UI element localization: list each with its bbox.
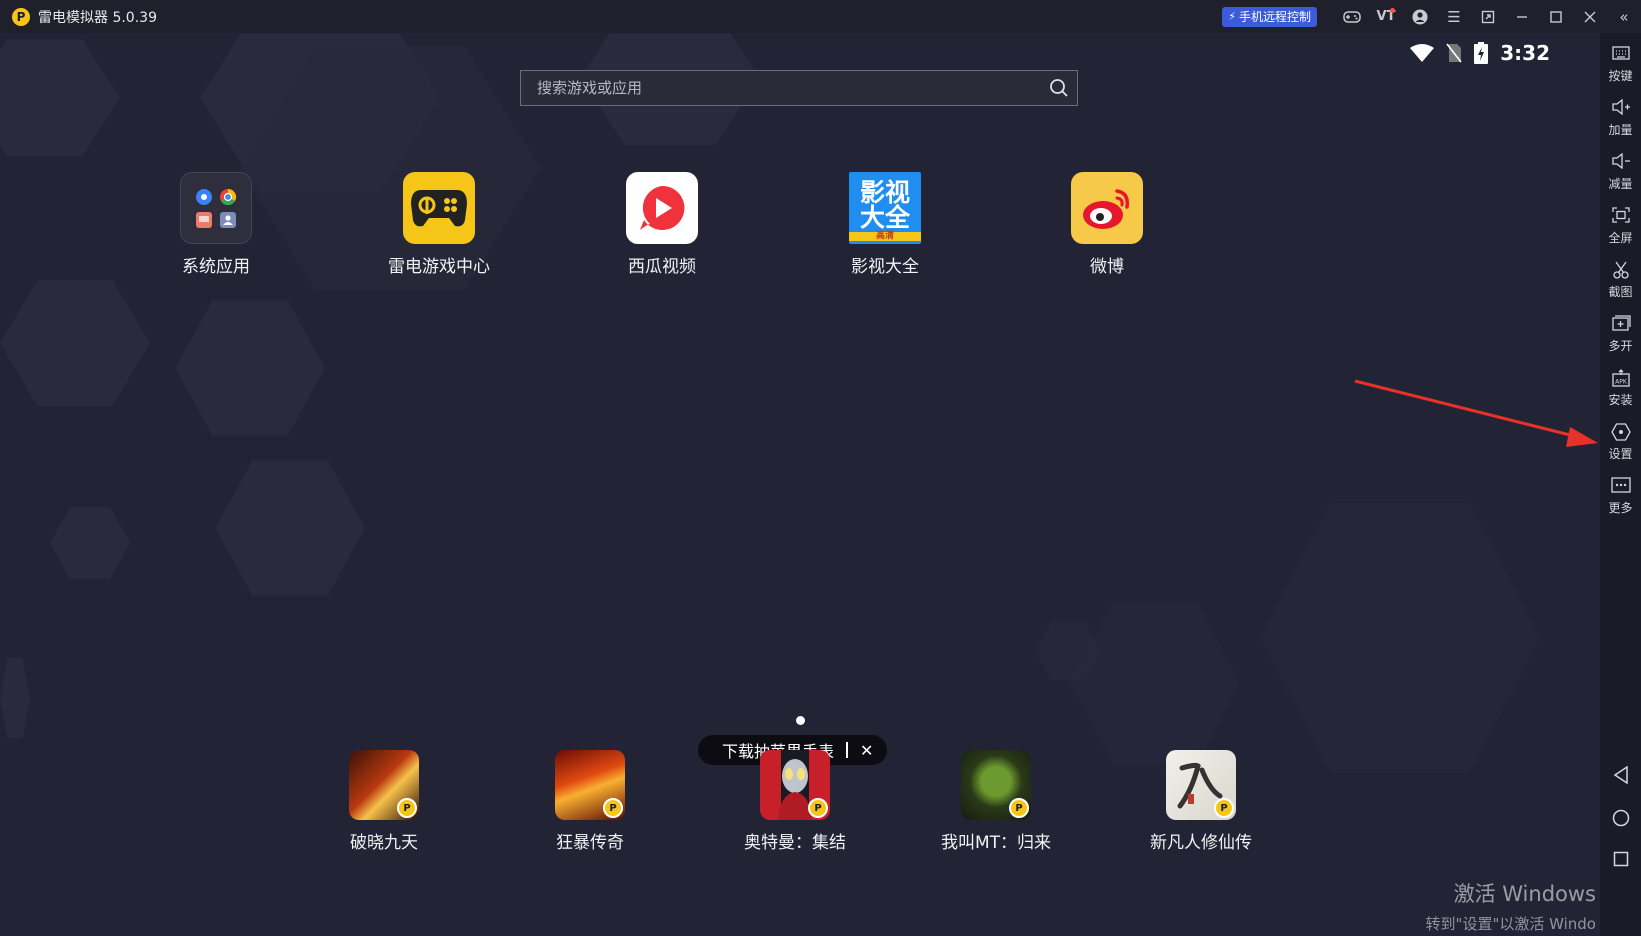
title-bar-controls: ⚡ 手机远程控制 VT ☰ «	[1222, 0, 1641, 33]
sidebar-item-install-apk[interactable]: APK 安装	[1600, 369, 1641, 408]
sidebar-item-volume-down[interactable]: 减量	[1600, 152, 1641, 192]
maximize-icon[interactable]	[1539, 0, 1573, 33]
emulator-screen: 3:32 系统应用 雷电游戏中心 西瓜视频	[0, 33, 1600, 936]
sidebar-label: 加量	[1608, 123, 1633, 137]
keyboard-icon	[1600, 45, 1641, 65]
fullscreen-icon	[1600, 207, 1641, 227]
gamepad-icon[interactable]	[1335, 0, 1369, 33]
svg-text:APK: APK	[1615, 379, 1628, 386]
volume-up-icon	[1600, 98, 1641, 119]
close-icon[interactable]	[1573, 0, 1607, 33]
right-toolbar: 按键 加量 减量 全屏 截图 多开 APK 安装 设置 更多	[1600, 33, 1641, 936]
lightning-icon: ⚡	[1228, 10, 1236, 23]
sidebar-item-settings[interactable]: 设置	[1600, 423, 1641, 462]
vt-button[interactable]: VT	[1369, 0, 1403, 33]
sidebar-label: 全屏	[1608, 231, 1633, 245]
more-icon	[1600, 477, 1641, 497]
back-nav-icon[interactable]	[1600, 765, 1641, 789]
volume-down-icon	[1600, 152, 1641, 173]
home-nav-icon[interactable]	[1600, 809, 1641, 832]
apk-install-icon: APK	[1600, 369, 1641, 389]
sidebar-label: 安装	[1608, 393, 1633, 407]
sidebar-item-keymap[interactable]: 按键	[1600, 45, 1641, 84]
sidebar-item-volume-up[interactable]: 加量	[1600, 98, 1641, 138]
remote-control-label: 手机远程控制	[1238, 10, 1311, 24]
sidebar-label: 更多	[1608, 501, 1633, 515]
sidebar-label: 减量	[1608, 177, 1633, 191]
collapse-sidebar-icon[interactable]: «	[1607, 0, 1641, 33]
activate-windows-hint: 转到"设置"以激活 Windo	[1425, 915, 1596, 933]
sidebar-label: 设置	[1608, 447, 1633, 461]
recents-nav-icon[interactable]	[1600, 851, 1641, 872]
activate-windows-watermark: 激活 Windows	[1453, 882, 1596, 906]
sidebar-label: 按键	[1608, 69, 1633, 83]
minimize-icon[interactable]	[1505, 0, 1539, 33]
settings-icon	[1600, 423, 1641, 443]
multi-instance-icon	[1600, 315, 1641, 335]
window-title: 雷电模拟器 5.0.39	[38, 9, 157, 26]
app-logo-icon: P	[12, 7, 30, 26]
sidebar-label: 截图	[1608, 285, 1633, 299]
user-avatar-icon[interactable]	[1403, 0, 1437, 33]
sidebar-item-multi-instance[interactable]: 多开	[1600, 315, 1641, 354]
sidebar-item-screenshot[interactable]: 截图	[1600, 261, 1641, 300]
menu-icon[interactable]: ☰	[1437, 0, 1471, 33]
annotation-arrow	[1354, 379, 1598, 447]
scissors-icon	[1600, 261, 1641, 281]
sidebar-item-fullscreen[interactable]: 全屏	[1600, 207, 1641, 246]
remote-control-button[interactable]: ⚡ 手机远程控制	[1222, 6, 1317, 27]
restore-window-icon[interactable]	[1471, 0, 1505, 33]
sidebar-item-more[interactable]: 更多	[1600, 477, 1641, 516]
title-bar: P 雷电模拟器 5.0.39 ⚡ 手机远程控制 VT ☰ «	[0, 0, 1641, 33]
sidebar-label: 多开	[1608, 339, 1633, 353]
